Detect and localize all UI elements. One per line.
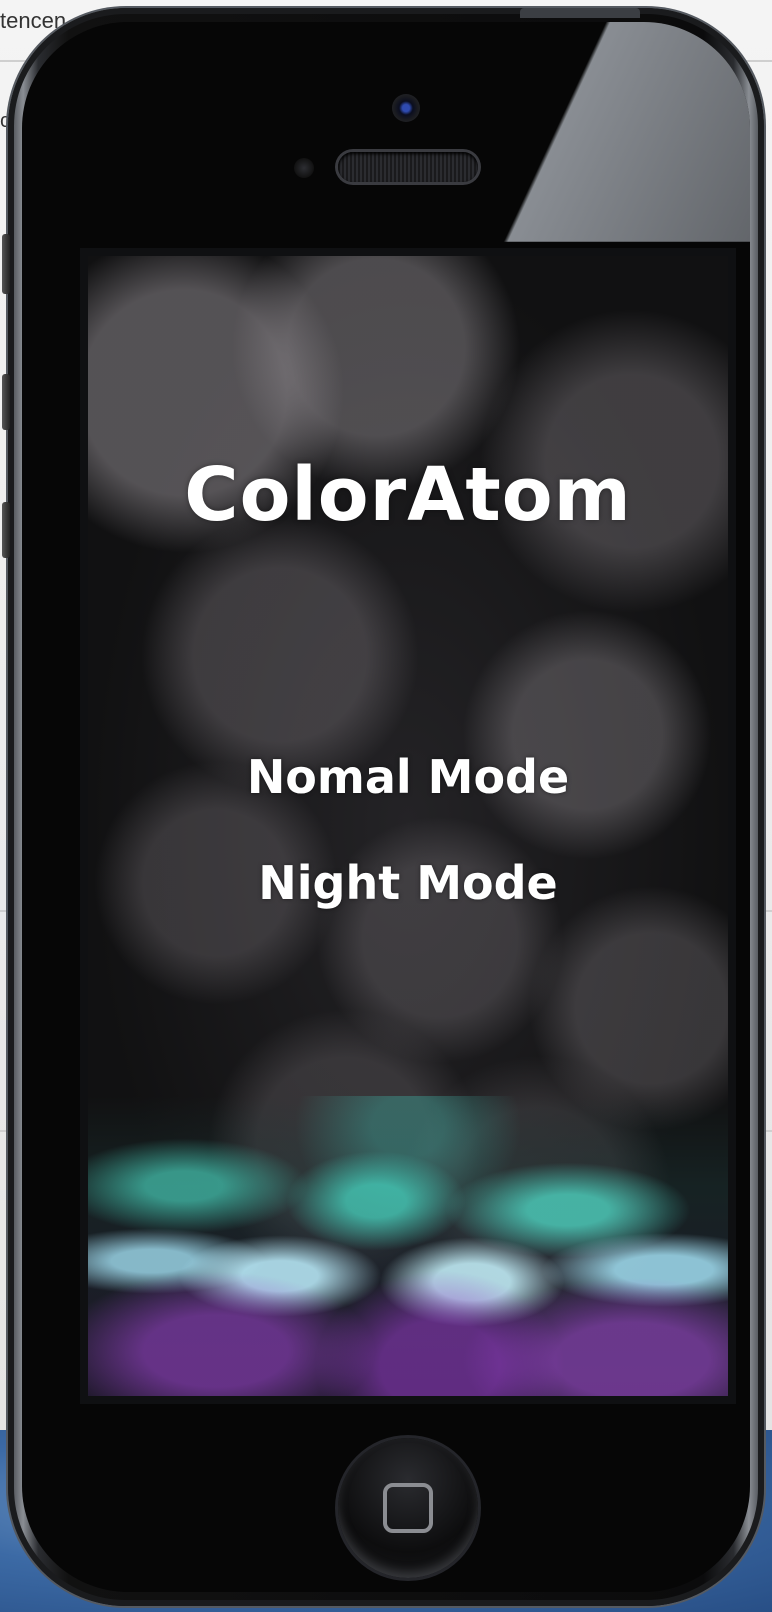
iphone-frame: ColorAtom Nomal Mode Night Mode <box>2 8 764 1606</box>
normal-mode-button[interactable]: Nomal Mode <box>88 750 728 804</box>
desktop-stage: tencen c ColorAtom Nomal Mode Night Mode <box>0 0 772 1612</box>
phone-face: ColorAtom Nomal Mode Night Mode <box>22 22 750 1592</box>
app-screen: ColorAtom Nomal Mode Night Mode <box>88 256 728 1396</box>
proximity-sensor <box>294 158 314 178</box>
app-title: ColorAtom <box>184 452 632 538</box>
particle-effect <box>88 1096 728 1396</box>
volume-up-button <box>2 374 10 430</box>
earpiece-speaker-icon <box>338 152 478 182</box>
volume-down-button <box>2 502 10 558</box>
front-camera-icon <box>392 94 420 122</box>
home-button[interactable] <box>338 1438 478 1578</box>
home-square-icon <box>383 1483 433 1533</box>
sleep-button <box>520 8 640 18</box>
night-mode-button[interactable]: Night Mode <box>88 856 728 910</box>
mute-switch <box>2 234 10 294</box>
